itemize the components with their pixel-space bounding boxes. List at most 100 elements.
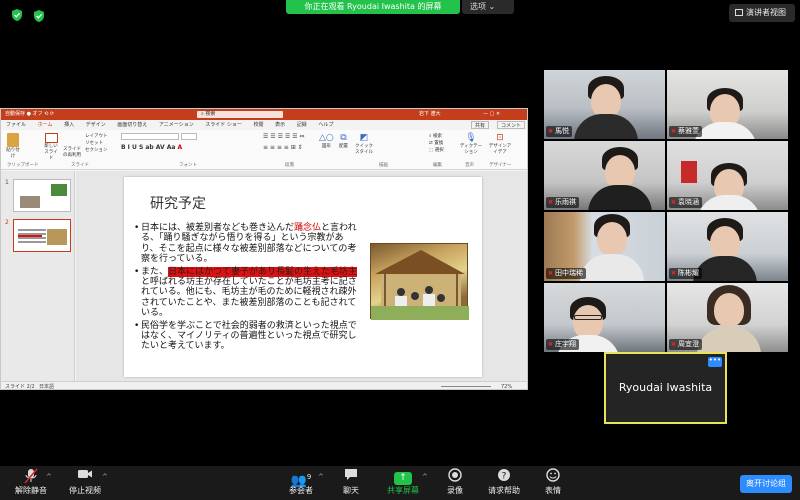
slide-editor[interactable]: 研究予定 日本には、被差別者なども巻き込んだ踊念仏と言われる、「踊り騒ぎながら悟… <box>76 171 527 381</box>
reactions-label: 表情 <box>545 486 561 495</box>
arrange-button[interactable]: ⧉ 配置 <box>339 133 348 149</box>
glasses <box>574 315 602 320</box>
ppt-user: 岩下 遼大 <box>419 111 441 117</box>
reset-button[interactable]: リセット <box>85 140 103 146</box>
slide-picture[interactable] <box>370 243 469 320</box>
more-options-button[interactable]: ••• <box>708 357 722 367</box>
unmute-button[interactable]: 解除静音 <box>12 468 50 496</box>
share-options-caret[interactable]: ^ <box>422 473 428 481</box>
video-options-caret[interactable]: ^ <box>102 473 108 481</box>
font-name-box[interactable] <box>121 133 179 140</box>
shield-check-icon[interactable] <box>10 8 24 22</box>
quick-style-button[interactable]: ◩ クイックスタイル <box>353 133 375 155</box>
participant-tile[interactable]: ✖ 周宜澄 <box>667 283 788 352</box>
tab-design[interactable]: デザイン <box>81 120 111 130</box>
paste-button[interactable]: 貼り付け <box>5 133 21 159</box>
tab-insert[interactable]: 挿入 <box>59 120 79 130</box>
quick-style-icon: ◩ <box>359 133 369 143</box>
speaker-view-button[interactable]: 演讲者视图 <box>729 4 795 22</box>
red-object <box>681 161 697 183</box>
participant-tile[interactable]: ✖ 馬悦 <box>544 70 665 139</box>
tab-view[interactable]: 表示 <box>270 120 290 130</box>
zoom-slider[interactable] <box>441 386 491 387</box>
designer-button[interactable]: ⊡ デザインアイデア <box>487 133 513 155</box>
tab-animations[interactable]: アニメーション <box>154 120 199 130</box>
slide-thumbnail-2[interactable] <box>13 219 71 252</box>
select-button[interactable]: ⬚ 選択 <box>429 147 444 153</box>
participant-tile[interactable]: ✖ 乐雨祺 <box>544 141 665 210</box>
audio-options-caret[interactable]: ^ <box>46 473 52 481</box>
chat-button[interactable]: 聊天 <box>336 468 366 496</box>
viewing-screen-banner: 你正在观看 Ryoudai Iwashita 的屏幕 <box>286 0 460 14</box>
shared-screen[interactable]: 自動保存 ● オフ ⟲ ⟳ ⌕ 検索 岩下 遼大 — ▢ ✕ ファイル ホーム … <box>0 108 528 390</box>
tab-transitions[interactable]: 画面切り替え <box>112 120 152 130</box>
share-screen-label: 共享屏幕 <box>387 486 419 495</box>
participant-name: ✖ 周宜澄 <box>669 339 703 350</box>
replace-button[interactable]: ⇄ 置換 <box>429 140 443 146</box>
leave-breakout-room-button[interactable]: 离开讨论组 <box>740 475 792 493</box>
comment-button[interactable]: コメント <box>497 121 526 129</box>
tile-face <box>573 305 603 339</box>
slide-body[interactable]: 日本には、被差別者なども巻き込んだ踊念仏と言われる、「踊り騒ぎながら悟りを得る」… <box>134 223 360 354</box>
encryption-icon[interactable] <box>32 8 46 22</box>
slide-thumbnail-1[interactable] <box>13 179 71 212</box>
zoom-level[interactable]: 72% <box>501 382 512 389</box>
chat-label: 聊天 <box>343 486 359 495</box>
participant-tile[interactable]: ✖ 陈彬耀 <box>667 212 788 281</box>
tab-file[interactable]: ファイル <box>1 120 31 130</box>
participants-icon: 👥9 <box>290 473 312 489</box>
new-slide-button[interactable]: 新しいスライド <box>43 133 59 161</box>
clipboard-icon <box>7 133 19 147</box>
view-options-button[interactable]: 选项 ⌄ <box>462 0 514 14</box>
share-screen-icon: ↑ <box>384 468 422 486</box>
dictate-button[interactable]: 🎙 ディクテーション <box>459 133 483 155</box>
participants-caret[interactable]: ^ <box>318 473 324 481</box>
active-speaker-tile[interactable]: Ryoudai Iwashita ••• <box>604 352 727 424</box>
tab-record[interactable]: 記録 <box>292 120 312 130</box>
language-indicator[interactable]: 日本語 <box>39 382 54 389</box>
shapes-button[interactable]: △○ 図形 <box>319 133 334 149</box>
reactions-button[interactable]: 表情 <box>540 468 566 496</box>
paragraph-row[interactable]: ☰ ☰ ☰ ☰ ☰ ⇔ <box>263 133 304 140</box>
participant-name: ✖ 蔡雅萱 <box>669 126 703 137</box>
slide-title[interactable]: 研究予定 <box>150 193 206 213</box>
ask-for-help-button[interactable]: ? 请求帮助 <box>486 468 522 496</box>
current-slide[interactable]: 研究予定 日本には、被差別者なども巻き込んだ踊念仏と言われる、「踊り騒ぎながら悟… <box>124 177 482 377</box>
window-controls[interactable]: — ▢ ✕ <box>483 109 500 120</box>
participant-tile[interactable]: ✖ 田中瑞稀 <box>544 212 665 281</box>
mic-muted-icon: ✖ <box>671 270 677 277</box>
ppt-search[interactable]: ⌕ 検索 <box>197 111 283 118</box>
font-format-row[interactable]: B I U S ab AV Aa A <box>121 144 182 151</box>
font-size-box[interactable] <box>181 133 197 140</box>
arrange-icon: ⧉ <box>340 133 347 143</box>
thumb-1-image <box>51 184 67 196</box>
thumb-number-2: 2 <box>5 219 9 226</box>
group-slide: スライド <box>71 163 89 168</box>
help-label: 请求帮助 <box>488 486 520 495</box>
tab-help[interactable]: ヘルプ <box>313 120 338 130</box>
group-editing: 編集 <box>433 163 442 168</box>
participant-tile[interactable]: ✖ 庄宇翔 <box>544 283 665 352</box>
record-button[interactable]: 录像 <box>440 468 470 496</box>
participants-label: 参会者 <box>289 486 313 495</box>
tab-slideshow[interactable]: スライド ショー <box>200 120 247 130</box>
stop-video-button[interactable]: 停止视频 <box>66 468 104 496</box>
group-paragraph: 段落 <box>285 163 294 168</box>
smiley-icon <box>540 468 566 486</box>
tile-face <box>710 226 740 260</box>
share-button[interactable]: 共有 <box>471 121 490 129</box>
reuse-slides-button[interactable]: スライドの再利用 <box>63 146 81 158</box>
section-button[interactable]: セクション <box>85 147 108 153</box>
mic-muted-icon: ✖ <box>671 128 677 135</box>
ppt-title-bar: 自動保存 ● オフ ⟲ ⟳ ⌕ 検索 岩下 遼大 — ▢ ✕ <box>1 109 527 120</box>
thumb-2-highlight <box>18 235 42 237</box>
find-button[interactable]: ⌕ 検索 <box>429 133 442 139</box>
participant-tile[interactable]: ✖ 袁晓涵 <box>667 141 788 210</box>
paragraph-row-2[interactable]: ≡ ≡ ≡ ≡ ⊞ ⇕ <box>263 144 303 151</box>
ppt-autosave[interactable]: 自動保存 ● オフ ⟲ ⟳ <box>5 109 54 120</box>
participants-button[interactable]: 👥9 参会者 <box>284 468 318 496</box>
tab-review[interactable]: 校閲 <box>248 120 268 130</box>
layout-button[interactable]: レイアウト <box>85 133 108 139</box>
participant-tile[interactable]: ✖ 蔡雅萱 <box>667 70 788 139</box>
share-screen-button[interactable]: ↑ 共享屏幕 <box>384 468 422 496</box>
